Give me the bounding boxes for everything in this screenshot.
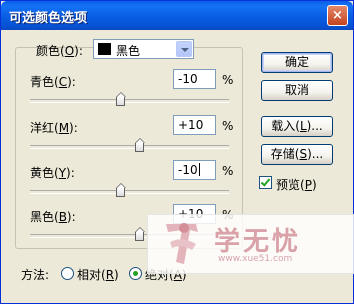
watermark-overlay: 学无忧 www.xue51.com	[147, 214, 354, 274]
black-label: 黑色(B):	[30, 210, 76, 224]
color-swatch	[98, 43, 111, 55]
cyan-label: 青色(C):	[30, 75, 76, 89]
yellow-slider-thumb[interactable]	[115, 183, 126, 197]
xue51-logo-icon	[166, 223, 198, 264]
cyan-input[interactable]: -10	[173, 69, 216, 89]
preview-label[interactable]: 预览(P)	[276, 176, 317, 193]
watermark-text: 学无忧	[214, 227, 302, 257]
ok-button[interactable]: 确定	[261, 52, 333, 73]
colors-dropdown-value: 黑色	[116, 44, 141, 58]
preview-checkbox[interactable]	[259, 176, 272, 189]
window-title: 可选颜色选项	[9, 11, 88, 26]
magenta-slider-thumb[interactable]	[135, 138, 146, 152]
magenta-percent-unit: %	[222, 119, 234, 133]
absolute-radio[interactable]	[129, 267, 142, 280]
text-caret	[198, 163, 200, 176]
close-button[interactable]: ×	[327, 5, 348, 26]
black-slider-thumb[interactable]	[135, 227, 146, 241]
cyan-slider-track[interactable]	[30, 99, 229, 103]
magenta-slider-track[interactable]	[30, 145, 229, 149]
yellow-input[interactable]: -10	[173, 160, 216, 180]
relative-radio[interactable]	[61, 267, 74, 280]
selective-color-dialog: 可选颜色选项 × 颜色(O): 黑色 青色(C): -10 % 洋红(M): +…	[0, 0, 354, 304]
yellow-label: 黄色(Y):	[30, 166, 75, 180]
chevron-down-icon[interactable]	[176, 41, 192, 57]
magenta-input[interactable]: +10	[173, 115, 216, 135]
colors-label: 颜色(O):	[36, 44, 83, 58]
save-button[interactable]: 存储(S)...	[261, 144, 333, 165]
load-button[interactable]: 载入(L)...	[261, 116, 333, 137]
watermark-url: www.xue51.com	[218, 254, 293, 264]
yellow-slider-track[interactable]	[30, 190, 229, 194]
colors-dropdown[interactable]: 黑色	[93, 39, 194, 59]
cyan-slider-thumb[interactable]	[115, 92, 126, 106]
method-label: 方法:	[21, 268, 50, 282]
magenta-label: 洋红(M):	[30, 121, 78, 135]
relative-label[interactable]: 相对(R)	[77, 266, 119, 283]
yellow-percent-unit: %	[222, 164, 234, 178]
title-bar[interactable]: 可选颜色选项 ×	[1, 1, 353, 30]
cyan-percent-unit: %	[222, 73, 234, 87]
cancel-button[interactable]: 取消	[261, 80, 333, 101]
